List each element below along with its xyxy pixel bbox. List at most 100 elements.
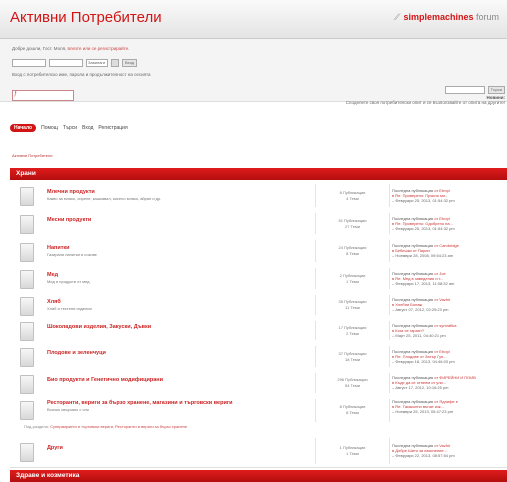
language-field[interactable]: ƒ: [12, 90, 74, 101]
last-post-date: – Февруари 22, 2013, 08:57:54 pm: [392, 453, 455, 458]
last-post-topic[interactable]: в Re: Проверено: Прясно мл...: [392, 193, 449, 198]
news-text: Споделете своя потребителски опит и се в…: [345, 100, 505, 105]
board-name[interactable]: Хляб: [47, 299, 312, 305]
board-name[interactable]: Други: [47, 445, 312, 451]
board-name[interactable]: Плодове и зеленчуци: [47, 350, 312, 356]
login-button[interactable]: Вход: [122, 59, 138, 67]
main-menu: Начало Помощ Търси Вход Регистрация: [10, 124, 128, 132]
board-row: Месни продукти 51 Публикации 27 Теми Послед…: [10, 210, 507, 238]
board-stats: 2 Публикации 1 Теми: [315, 268, 390, 289]
last-post: Последна публикация от ФИРЕЙНИ И ПОИВ в К…: [392, 375, 504, 390]
board-stats: 24 Публикации 8 Теми: [315, 240, 390, 262]
board-name[interactable]: Напитки: [47, 245, 312, 251]
last-post-author[interactable]: от Vazhir: [434, 297, 450, 302]
session-length-select[interactable]: Завинаги: [86, 59, 108, 67]
topic-count: 1 Теми: [346, 451, 359, 456]
forum-header: Активни Потребители ⁄⁄ simplemachines fo…: [0, 0, 507, 39]
board-row: Шоколадови изделия, Закуски, Дъвки 17 Пуб…: [10, 318, 507, 344]
board-name[interactable]: Шоколадови изделия, Закуски, Дъвки: [47, 324, 312, 330]
last-post-date: – Август 17, 2012, 10:16:25 pm: [392, 385, 449, 390]
board-icon[interactable]: [20, 443, 34, 462]
last-post-topic[interactable]: в Re: Плодове от Затър Гуп...: [392, 354, 447, 359]
board-row: Био продукти и Генетично модифицирани 296…: [10, 370, 507, 397]
topic-count: 1 Теми: [346, 278, 359, 284]
last-post-date: – Ноември 25, 2013, 05:47:23 pm: [392, 409, 454, 414]
menu-home[interactable]: Начало: [10, 124, 37, 132]
board-row: Хляб Хляб и тестени изделия 35 Публикации 1…: [10, 292, 507, 319]
board-icon[interactable]: [20, 215, 34, 234]
board-stats: 35 Публикации 11 Теми: [315, 295, 390, 315]
login-register-link[interactable]: влезте или се регистрирайте.: [68, 46, 130, 51]
topic-count: 8 Теми: [346, 251, 359, 256]
search-box: Търси: [444, 86, 505, 94]
menu-search[interactable]: Търси: [63, 125, 77, 131]
greeting: Добре дошли, Гост. Моля, влезте или се р…: [12, 46, 129, 51]
board-info: Други: [47, 445, 312, 452]
board-stats: 1 Публикации 1 Теми: [315, 438, 390, 464]
last-post-author[interactable]: от syntrafika: [434, 323, 456, 328]
board-name[interactable]: Месни продукти: [47, 217, 312, 223]
last-post-topic[interactable]: в Re: Проверено: Одобрено на...: [392, 221, 453, 226]
last-post-date: – Февруари 25, 2013, 01:54:32 pm: [392, 197, 455, 203]
last-post-date: – Август 07, 2012, 02:25:23 pm: [392, 307, 449, 312]
last-post-date: – Февруари 18, 2013, 04:46:03 pm: [392, 358, 455, 364]
board-stats: 8 Публикации 8 Теми: [315, 399, 390, 422]
board-icon[interactable]: [20, 348, 34, 367]
last-post-date: – Март 25, 2011, 04:40:21 pm: [392, 332, 446, 338]
last-post: Последна публикация от Etropi в Re: Прове…: [392, 216, 504, 231]
topic-count: 18 Теми: [345, 356, 360, 362]
board-description: Газирани напитки и сокове: [47, 252, 97, 257]
board-stats: 17 Публикации 2 Теми: [315, 321, 390, 340]
last-post-author[interactable]: от Cambridge: [434, 243, 459, 248]
board-row: Други 1 Публикации 1 Теми Последна публикац…: [10, 435, 507, 468]
last-post: Последна публикация от Joe в Re: Мед в за…: [392, 271, 504, 286]
last-post-date: – Февруари 17, 2013, 11:08:32 am: [392, 280, 455, 286]
topic-count: 8 Теми: [346, 410, 359, 415]
board-info: Напитки Газирани напитки и сокове: [47, 245, 312, 257]
last-post-date: – Ноември 28, 2008, 09:54:23 am: [392, 253, 454, 258]
board-stats: 8 Публикации 4 Теми: [315, 184, 390, 207]
menu-register[interactable]: Регистрация: [98, 125, 127, 131]
last-post-topic[interactable]: в Кога се гарант?: [392, 328, 424, 333]
login-note: Вход с потребителско име, парола и продъ…: [12, 72, 151, 77]
board-icon[interactable]: [20, 270, 34, 289]
board-icon[interactable]: [20, 187, 34, 206]
breadcrumb[interactable]: Активни Потребители: [12, 153, 52, 158]
category-header[interactable]: Здраве и козметика: [10, 470, 507, 482]
board-info: Хляб Хляб и тестени изделия: [47, 299, 312, 311]
child-boards-links[interactable]: Супермаркети и търговски вериги, Рестора…: [50, 424, 187, 429]
search-button[interactable]: Търси: [487, 86, 505, 94]
board-description: Какво за мляко, сирене, кашкавал, кисело…: [47, 196, 162, 201]
board-name[interactable]: Мед: [47, 272, 312, 278]
board-icon[interactable]: [20, 322, 34, 341]
board-row: Напитки Газирани напитки и сокове 24 Публи…: [10, 237, 507, 266]
site-title[interactable]: Активни Потребители: [10, 9, 162, 26]
category-header[interactable]: Храни: [10, 168, 507, 180]
password-input[interactable]: [49, 59, 83, 67]
board-name[interactable]: Млечни продукти: [47, 189, 312, 195]
last-post-topic[interactable]: в Re: Мед в заведения и т...: [392, 276, 443, 281]
logo-mark-icon: ⁄⁄: [395, 12, 399, 22]
board-icon[interactable]: [20, 375, 34, 394]
board-name[interactable]: Био продукти и Генетично модифицирани: [47, 377, 312, 383]
select-arrow-icon[interactable]: [111, 59, 119, 67]
board-stats: 51 Публикации 27 Теми: [315, 213, 390, 234]
cursor-icon: ƒ: [14, 91, 18, 97]
board-name[interactable]: Ресторанти, вериги за бързо хранене, маг…: [47, 400, 312, 406]
board-description: Мед и продукти от мед: [47, 279, 90, 284]
topic-count: 27 Теми: [345, 223, 360, 229]
news: Новини: Споделете своя потребителски опи…: [346, 95, 505, 105]
board-icon[interactable]: [20, 401, 34, 420]
username-input[interactable]: [12, 59, 46, 67]
board-icon[interactable]: [20, 243, 34, 262]
board-description: Всичко свързано с сгм: [47, 407, 89, 412]
board-stats: 37 Публикации 18 Теми: [315, 346, 390, 367]
topic-count: 54 Теми: [345, 383, 360, 388]
board-icon[interactable]: [20, 297, 34, 316]
child-boards-label: Под-раздели:: [24, 424, 49, 429]
menu-login[interactable]: Вход: [82, 125, 93, 131]
quick-login: Завинаги Вход: [12, 59, 138, 67]
search-input[interactable]: [444, 86, 485, 94]
board-info: Шоколадови изделия, Закуски, Дъвки: [47, 324, 312, 331]
menu-help[interactable]: Помощ: [41, 125, 58, 131]
